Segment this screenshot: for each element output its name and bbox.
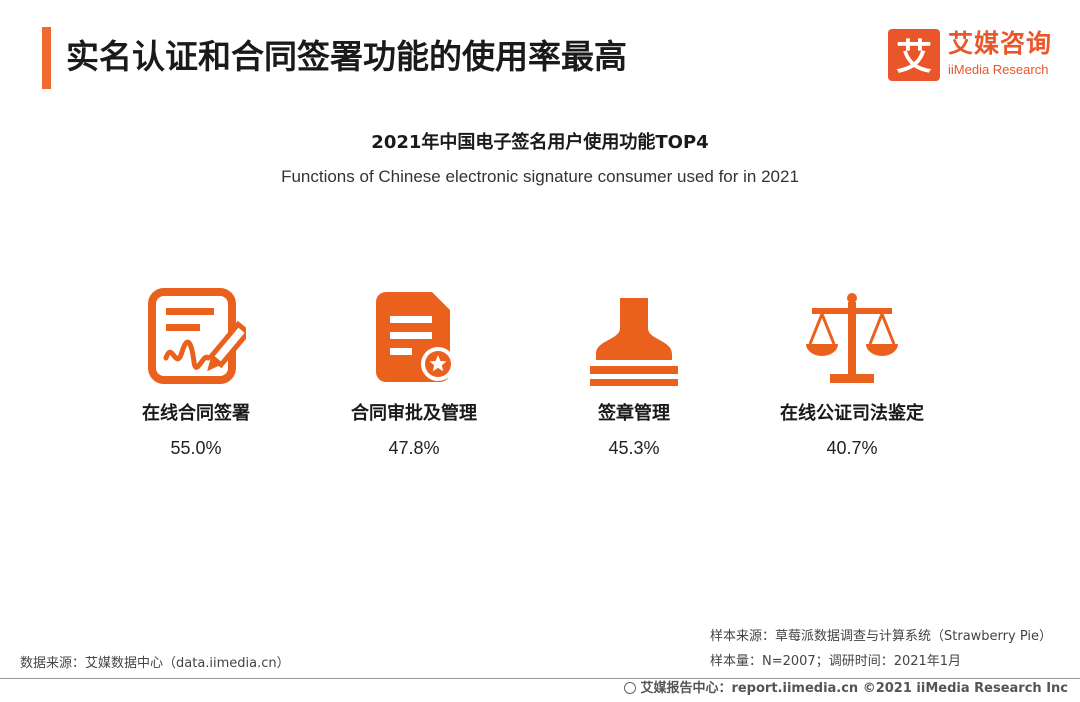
iimedia-logo: 艾 艾媒咨询 iiMedia Research [888, 29, 1064, 83]
feature-label: 合同审批及管理 [351, 403, 477, 424]
feature-online-contract: 在线合同签署 55.0% [86, 288, 306, 460]
svg-text:艾: 艾 [896, 37, 932, 78]
feature-stamp-management: 签章管理 45.3% [524, 288, 744, 460]
footer-text: 艾媒报告中心：report.iimedia.cn ©2021 iiMedia R… [640, 681, 1068, 696]
feature-online-notary: 在线公证司法鉴定 40.7% [742, 288, 962, 460]
sample-size-note: 样本量：N=2007；调研时间：2021年1月 [710, 654, 962, 669]
page-title: 实名认证和合同签署功能的使用率最高 [66, 37, 627, 76]
feature-label: 签章管理 [598, 403, 670, 424]
logo-mark-icon: 艾 [888, 29, 940, 81]
feature-value: 55.0% [170, 438, 222, 458]
feature-value: 40.7% [826, 438, 878, 458]
data-source-note: 数据来源：艾媒数据中心（data.iimedia.cn） [20, 656, 290, 671]
contract-signing-icon [148, 288, 246, 384]
feature-value: 45.3% [608, 438, 660, 458]
sample-source-note: 样本来源：草莓派数据调查与计算系统（Strawberry Pie） [710, 629, 1052, 644]
feature-label: 在线公证司法鉴定 [780, 403, 924, 424]
chart-subtitle: Functions of Chinese electronic signatur… [281, 167, 799, 186]
document-approval-icon [376, 292, 455, 382]
feature-value: 47.8% [388, 438, 440, 458]
feature-contract-approval: 合同审批及管理 47.8% [304, 288, 524, 460]
stamp-icon [590, 298, 678, 386]
globe-icon [624, 682, 637, 694]
chart-title: 2021年中国电子签名用户使用功能TOP4 [371, 132, 709, 153]
scales-icon [806, 293, 898, 383]
title-accent-bar [42, 27, 51, 89]
feature-label: 在线合同签署 [142, 403, 250, 424]
footer: 艾媒报告中心：report.iimedia.cn ©2021 iiMedia R… [624, 680, 1068, 698]
footer-divider [0, 678, 1080, 679]
logo-en-text: iiMedia Research [948, 62, 1049, 77]
logo-cn-text: 艾媒咨询 [948, 29, 1053, 58]
